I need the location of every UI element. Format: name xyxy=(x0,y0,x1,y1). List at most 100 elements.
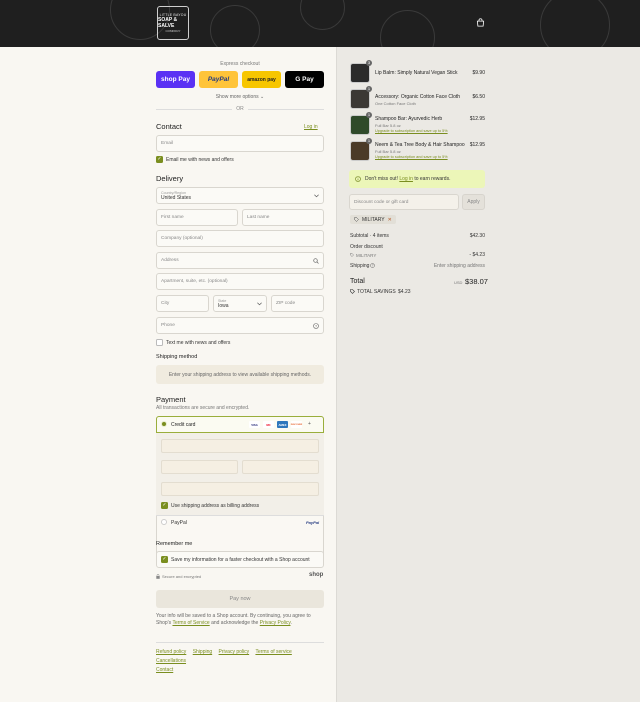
subscription-upgrade-link[interactable]: Upgrade to subscription and save up to 5… xyxy=(375,155,448,159)
logo-line-3: COMPANY xyxy=(165,29,181,33)
discount-tag: MILITARY ✕ xyxy=(350,215,396,224)
mastercard-icon: MC xyxy=(263,421,274,428)
shipping-method-heading: Shipping method xyxy=(156,354,198,360)
paypal-label: PayPal xyxy=(171,520,187,526)
save-info-checkbox[interactable]: ✓ xyxy=(161,556,168,563)
tag-icon xyxy=(350,253,354,257)
total-value: $38.07 xyxy=(465,277,488,286)
google-pay-button[interactable]: G Pay xyxy=(285,71,324,88)
credit-card-radio[interactable] xyxy=(161,421,167,427)
remember-me-heading: Remember me xyxy=(156,541,193,547)
product-variant: One Cotton Face Cloth xyxy=(375,101,416,106)
email-news-label: Email me with news and offers xyxy=(166,157,234,163)
lock-icon xyxy=(156,574,160,579)
product-variant: Full Bar 5.8 oz xyxy=(375,149,401,154)
floral-decoration xyxy=(210,5,260,47)
quantity-badge: 1 xyxy=(366,86,372,92)
refund-policy-link[interactable]: Refund policy xyxy=(156,649,186,655)
rewards-post: to earn rewards. xyxy=(414,176,451,182)
discount-tag-label: MILITARY xyxy=(362,216,385,223)
product-image xyxy=(350,63,370,83)
name-on-card-field[interactable] xyxy=(161,482,319,496)
order-discount-label: Order discount xyxy=(350,244,383,250)
shop-pay-button[interactable]: shop Pay xyxy=(156,71,195,88)
address-field[interactable]: Address xyxy=(156,252,324,269)
terms-of-service-footer-link[interactable]: Terms of service xyxy=(255,649,291,655)
zip-field[interactable]: ZIP code xyxy=(271,295,324,312)
terms-of-service-link[interactable]: Terms of Service xyxy=(172,620,209,626)
product-name: Shampoo Bar: Ayurvedic Herb xyxy=(375,116,443,122)
quantity-badge: 1 xyxy=(366,112,372,118)
login-link[interactable]: Log in xyxy=(304,124,318,130)
show-more-options-link[interactable]: Show more options ⌄ xyxy=(156,94,324,100)
subscription-upgrade-link[interactable]: Upgrade to subscription and save up to 5… xyxy=(375,129,448,133)
text-news-label: Text me with news and offers xyxy=(166,340,231,346)
info-icon xyxy=(355,176,361,182)
shopping-bag-icon[interactable] xyxy=(476,18,485,27)
visa-icon: VISA xyxy=(249,421,260,428)
rewards-banner: Don't miss out! Log in to earn rewards. xyxy=(349,170,485,188)
chevron-down-icon xyxy=(257,302,262,306)
phone-placeholder: Phone xyxy=(161,323,175,328)
apartment-field[interactable]: Apartment, suite, etc. (optional) xyxy=(156,273,324,290)
state-select[interactable]: State Iowa xyxy=(213,295,267,312)
country-select[interactable]: Country/Region United States xyxy=(156,187,324,204)
save-info-label: Save my information for a faster checkou… xyxy=(171,557,310,563)
discount-value: - $4.23 xyxy=(469,252,485,258)
privacy-policy-link[interactable]: Privacy Policy xyxy=(260,620,291,626)
delivery-heading: Delivery xyxy=(156,174,184,183)
pay-now-button[interactable]: Pay now xyxy=(156,590,324,608)
product-image xyxy=(350,89,370,109)
cancellations-link[interactable]: Cancellations xyxy=(156,658,186,664)
discount-code-applied: MILITARY xyxy=(356,253,377,258)
city-field[interactable]: City xyxy=(156,295,209,312)
currency-code: USD xyxy=(454,280,463,285)
shop-logo: shop xyxy=(309,572,324,578)
privacy-policy-footer-link[interactable]: Privacy policy xyxy=(219,649,250,655)
rewards-login-link[interactable]: Log in xyxy=(399,176,413,182)
quantity-badge: 1 xyxy=(366,138,372,144)
email-news-checkbox[interactable]: ✓ xyxy=(156,156,163,163)
remove-discount-icon[interactable]: ✕ xyxy=(388,217,392,223)
billing-same-checkbox[interactable]: ✓ xyxy=(161,502,168,509)
paypal-button[interactable]: PayPal xyxy=(199,71,238,88)
company-field[interactable]: Company (optional) xyxy=(156,230,324,247)
brand-logo[interactable]: LITTLE BAYOU SOAP & SALVE COMPANY xyxy=(157,6,189,40)
amex-icon: AMEX xyxy=(277,421,288,428)
rewards-pre: Don't miss out! xyxy=(365,176,398,182)
expiration-field[interactable] xyxy=(161,460,238,474)
legal-text: Your info will be saved to a Shop accoun… xyxy=(156,613,324,627)
floral-decoration xyxy=(300,0,345,30)
product-price: $12.95 xyxy=(469,142,485,148)
total-label: Total xyxy=(350,278,365,285)
floral-decoration xyxy=(540,0,610,47)
product-image xyxy=(350,141,370,161)
floral-decoration xyxy=(380,10,435,47)
phone-field[interactable]: Phone ? xyxy=(156,317,324,334)
order-summary: 3 Lip Balm: Simply Natural Vegan Stick $… xyxy=(336,47,640,702)
address-placeholder: Address xyxy=(161,258,179,263)
help-circle-icon[interactable]: ? xyxy=(370,263,375,268)
payment-subtitle: All transactions are secure and encrypte… xyxy=(156,405,250,411)
text-news-checkbox[interactable] xyxy=(156,339,163,346)
apply-button[interactable]: Apply xyxy=(462,194,485,210)
first-name-field[interactable]: First name xyxy=(156,209,238,226)
divider xyxy=(156,109,232,110)
product-image xyxy=(350,115,370,135)
discount-code-input[interactable]: Discount code or gift card xyxy=(349,194,459,210)
last-name-field[interactable]: Last name xyxy=(242,209,324,226)
shipping-link[interactable]: Shipping xyxy=(193,649,212,655)
paypal-radio[interactable] xyxy=(161,519,167,525)
email-field[interactable]: Email xyxy=(156,135,324,152)
legal-end: . xyxy=(290,620,292,626)
credit-card-label: Credit card xyxy=(171,422,196,428)
card-number-field[interactable] xyxy=(161,439,319,453)
security-code-field[interactable] xyxy=(242,460,319,474)
chevron-down-icon xyxy=(314,194,319,198)
help-circle-icon[interactable]: ? xyxy=(313,323,319,329)
country-value: United States xyxy=(161,194,192,201)
state-value: Iowa xyxy=(218,302,229,309)
divider xyxy=(156,642,324,643)
contact-link[interactable]: Contact xyxy=(156,667,173,673)
amazon-pay-button[interactable]: amazon pay xyxy=(242,71,281,88)
